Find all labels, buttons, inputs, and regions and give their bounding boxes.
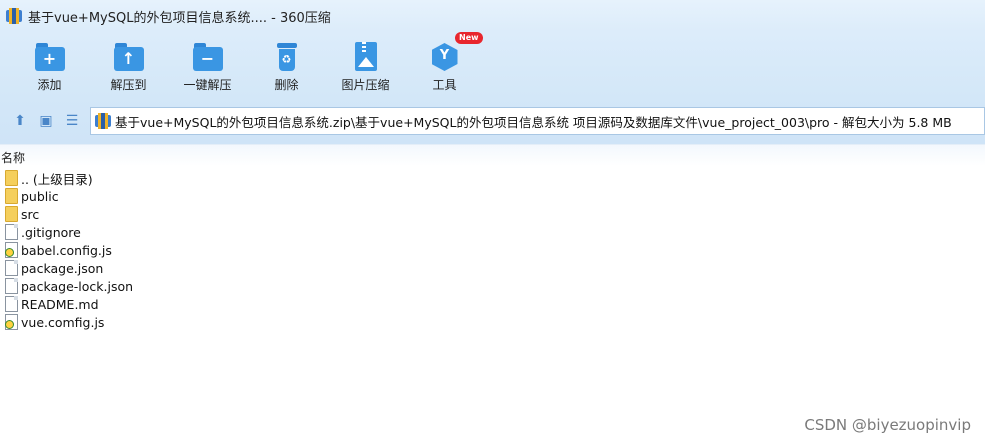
archive-app-icon (6, 8, 22, 24)
folder-icon (5, 206, 18, 222)
document-icon (5, 224, 18, 240)
list-view-button[interactable]: ☰ (59, 109, 85, 133)
add-button[interactable]: + 添加 (10, 32, 89, 98)
one-click-extract-button[interactable]: − 一键解压 (168, 32, 247, 98)
list-item-package-lock[interactable]: package-lock.json (0, 277, 985, 295)
tools-label: 工具 (432, 78, 457, 92)
image-compress-button[interactable]: 图片压缩 (326, 32, 405, 98)
one-click-extract-label: 一键解压 (183, 78, 232, 92)
recycle-bin-icon: ♻ (271, 41, 303, 73)
list-item-gitignore[interactable]: .gitignore (0, 223, 985, 241)
list-item-babel-config[interactable]: babel.config.js (0, 241, 985, 259)
watermark: CSDN @biyezuopinvip (804, 416, 971, 434)
file-name: README.md (21, 296, 99, 312)
file-name: vue.comfig.js (21, 314, 105, 330)
file-name: src (21, 206, 40, 222)
archive-file-icon (95, 113, 111, 129)
file-name: .. (上级目录) (21, 171, 93, 187)
list-view-icon: ☰ (65, 113, 79, 129)
address-bar: ⬆ ▣ ☰ 基于vue+MySQL的外包项目信息系统.zip\基于vue+MyS… (0, 98, 985, 144)
list-item-src[interactable]: src (0, 205, 985, 223)
toolbar: + 添加 ↑ 解压到 − 一键解压 ♻ 删除 图片压缩 Y New 工具 (0, 32, 985, 98)
one-click-extract-icon: − (192, 41, 224, 73)
folder-icon (5, 188, 18, 204)
extract-folder-icon: ↑ (113, 41, 145, 73)
file-name: .gitignore (21, 224, 81, 240)
path-text: 基于vue+MySQL的外包项目信息系统.zip\基于vue+MySQL的外包项… (115, 114, 952, 130)
extract-to-label: 解压到 (110, 78, 147, 92)
title-bar: 基于vue+MySQL的外包项目信息系统.... - 360压缩 (0, 0, 985, 32)
tools-button[interactable]: Y New 工具 (405, 32, 484, 98)
arrow-up-icon: ⬆ (14, 113, 26, 129)
list-item-parent-directory[interactable]: .. (上级目录) (0, 169, 985, 187)
window-title: 基于vue+MySQL的外包项目信息系统.... - 360压缩 (28, 10, 331, 26)
column-header-name[interactable]: 名称 (0, 144, 985, 166)
image-zip-icon (350, 41, 382, 73)
document-icon (5, 278, 18, 294)
list-item-public[interactable]: public (0, 187, 985, 205)
document-icon (5, 260, 18, 276)
add-label: 添加 (37, 78, 62, 92)
thumbnail-view-button[interactable]: ▣ (33, 109, 59, 133)
file-name: package.json (21, 260, 104, 276)
list-item-readme[interactable]: README.md (0, 295, 985, 313)
list-item-vue-config[interactable]: vue.comfig.js (0, 313, 985, 331)
file-name: package-lock.json (21, 278, 134, 294)
js-file-icon (5, 242, 18, 258)
up-level-button[interactable]: ⬆ (7, 109, 33, 133)
js-file-icon (5, 314, 18, 330)
file-name: public (21, 188, 59, 204)
tools-hexagon-icon: Y (429, 41, 461, 73)
file-list: .. (上级目录) public src .gitignore babel.co… (0, 169, 985, 331)
delete-label: 删除 (274, 78, 299, 92)
list-item-package-json[interactable]: package.json (0, 259, 985, 277)
column-name-label: 名称 (1, 151, 26, 165)
image-compress-label: 图片压缩 (341, 78, 390, 92)
document-icon (5, 296, 18, 312)
folder-icon (5, 170, 18, 186)
thumbnail-view-icon: ▣ (39, 113, 53, 129)
new-badge: New (455, 32, 483, 44)
file-name: babel.config.js (21, 242, 112, 258)
path-field[interactable]: 基于vue+MySQL的外包项目信息系统.zip\基于vue+MySQL的外包项… (90, 107, 985, 135)
add-folder-icon: + (34, 41, 66, 73)
delete-button[interactable]: ♻ 删除 (247, 32, 326, 98)
extract-to-button[interactable]: ↑ 解压到 (89, 32, 168, 98)
